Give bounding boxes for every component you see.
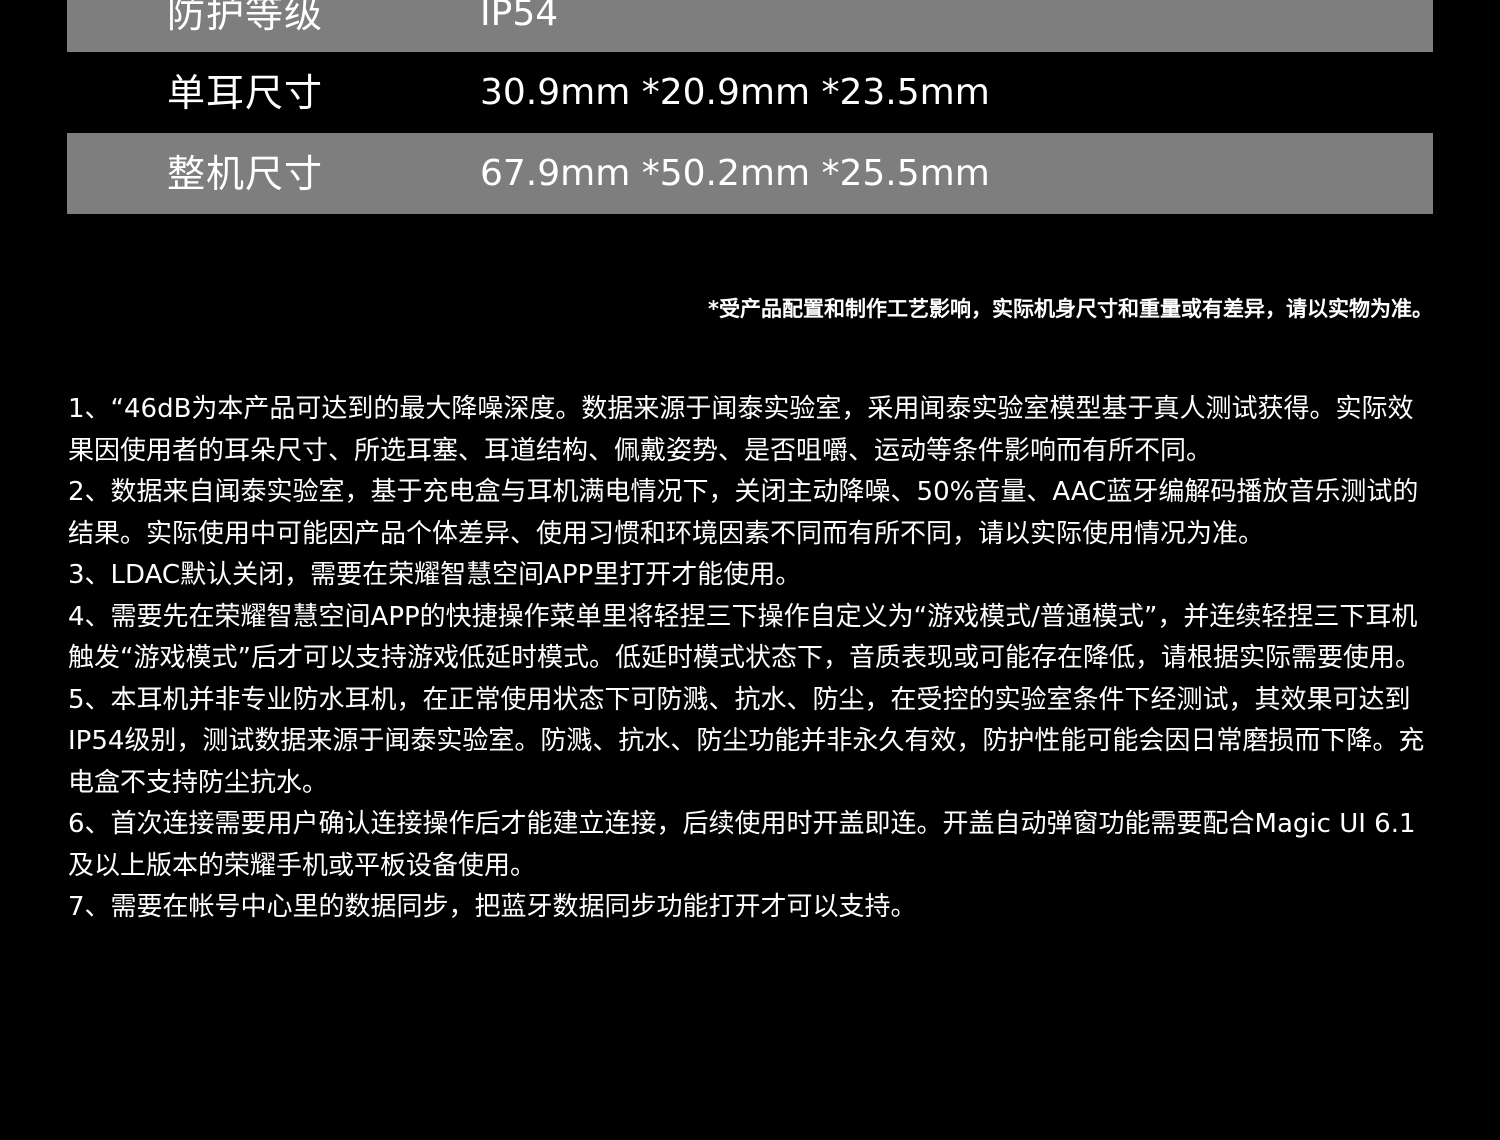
footnote-item: 6、首次连接需要用户确认连接操作后才能建立连接，后续使用时开盖即连。开盖自动弹窗… (68, 809, 1416, 881)
footnotes-list: 1、“46dB为本产品可达到的最大降噪深度。数据来源于闻泰实验室，采用闻泰实验室… (68, 389, 1438, 929)
spec-row-overall-size: 整机尺寸 67.9mm *50.2mm *25.5mm (67, 133, 1433, 214)
spec-value: IP54 (480, 0, 559, 34)
footnote-item: 4、需要先在荣耀智慧空间APP的快捷操作菜单里将轻捏三下操作自定义为“游戏模式/… (68, 601, 1421, 674)
footnote-item: 7、需要在帐号中心里的数据同步，把蓝牙数据同步功能打开才可以支持。 (68, 892, 917, 922)
spec-row-earbud-size: 单耳尺寸 30.9mm *20.9mm *23.5mm (67, 52, 1433, 133)
spec-label: 单耳尺寸 (167, 70, 324, 115)
disclaimer-text: *受产品配置和制作工艺影响，实际机身尺寸和重量或有差异，请以实物为准。 (708, 297, 1433, 321)
footnote-item: 3、LDAC默认关闭，需要在荣耀智慧空间APP里打开才能使用。 (68, 560, 802, 590)
footnote-item: 5、本耳机并非专业防水耳机，在正常使用状态下可防溅、抗水、防尘，在受控的实验室条… (68, 684, 1425, 798)
spec-row-protection: 防护等级 IP54 (67, 0, 1433, 52)
spec-label: 防护等级 (167, 0, 324, 36)
footnote-item: 2、数据来自闻泰实验室，基于充电盒与耳机满电情况下，关闭主动降噪、50%音量、A… (68, 477, 1419, 549)
footnote-item: 1、“46dB为本产品可达到的最大降噪深度。数据来源于闻泰实验室，采用闻泰实验室… (68, 394, 1414, 466)
spec-table: 防护等级 IP54 单耳尺寸 30.9mm *20.9mm *23.5mm 整机… (67, 0, 1433, 214)
spec-value: 67.9mm *50.2mm *25.5mm (480, 152, 990, 194)
spec-value: 30.9mm *20.9mm *23.5mm (480, 71, 990, 113)
spec-label: 整机尺寸 (167, 151, 324, 196)
